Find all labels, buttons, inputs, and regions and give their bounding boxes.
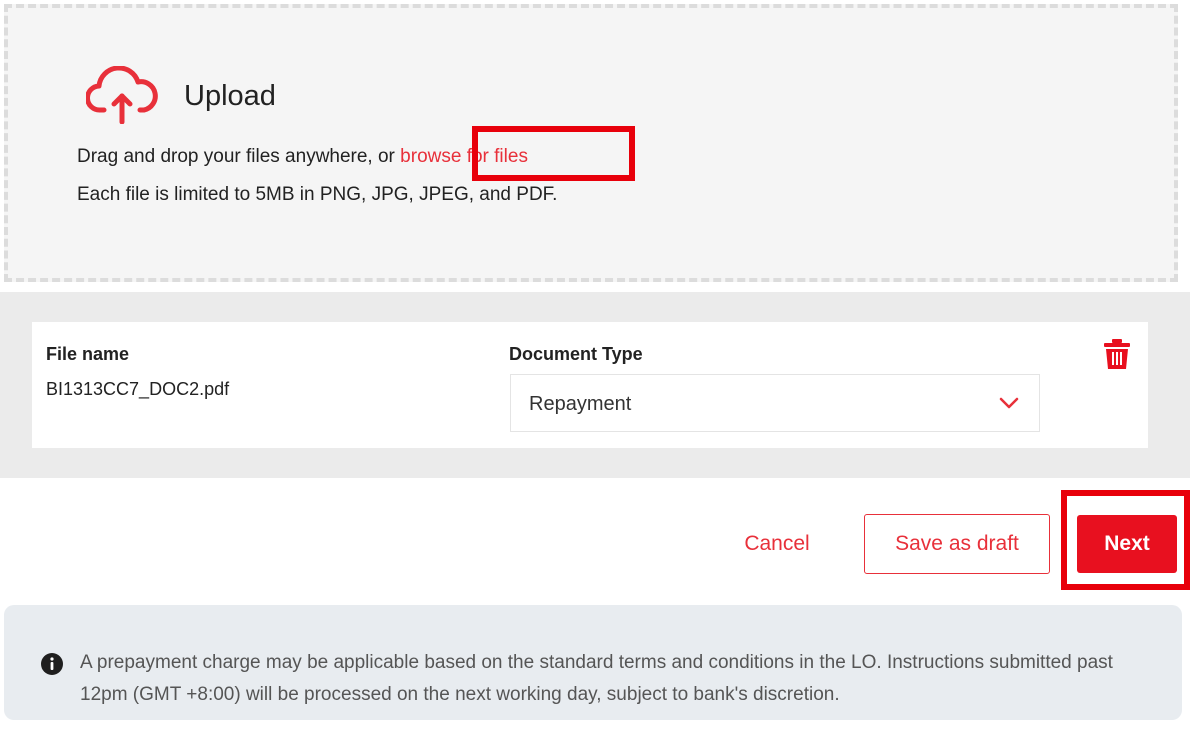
upload-title: Upload [184, 80, 276, 112]
document-type-header: Document Type [509, 344, 643, 364]
document-type-value: Repayment [529, 393, 632, 415]
file-name-value: BI1313CC7_DOC2.pdf [46, 379, 230, 399]
file-name-header: File name [46, 344, 130, 364]
table-row: File name BI1313CC7_DOC2.pdf Document Ty… [32, 322, 1148, 448]
upload-limit-text: Each file is limited to 5MB in PNG, JPG,… [77, 184, 558, 205]
upload-instruction: Drag and drop your files anywhere, or br… [77, 146, 528, 168]
info-icon [41, 653, 63, 675]
save-as-draft-button[interactable]: Save as draft [864, 514, 1050, 574]
trash-icon[interactable] [1103, 338, 1131, 370]
chevron-down-icon [999, 397, 1019, 409]
cancel-button[interactable]: Cancel [712, 516, 842, 572]
next-button[interactable]: Next [1077, 515, 1177, 573]
notice-box: A prepayment charge may be applicable ba… [4, 605, 1182, 720]
uploaded-files-panel: File name BI1313CC7_DOC2.pdf Document Ty… [0, 292, 1190, 478]
document-type-select[interactable]: Repayment [510, 374, 1040, 432]
notice-text: A prepayment charge may be applicable ba… [80, 652, 1113, 705]
upload-instruction-prefix: Drag and drop your files anywhere, or [77, 146, 401, 167]
cloud-upload-icon [86, 66, 158, 124]
file-dropzone[interactable]: Upload [4, 4, 1178, 282]
browse-files-link[interactable]: browse for files [400, 146, 528, 167]
